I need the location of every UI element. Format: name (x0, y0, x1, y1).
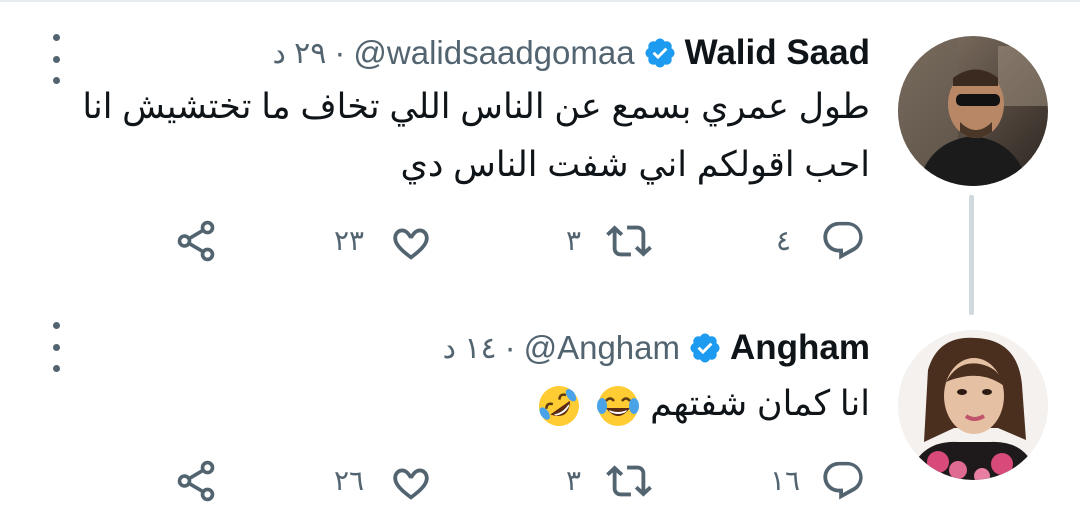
handle[interactable]: @walidsaadgomaa (353, 34, 634, 72)
reply-button[interactable] (820, 456, 866, 506)
top-divider (0, 0, 1080, 2)
share-icon (177, 460, 215, 502)
display-name[interactable]: Walid Saad (685, 33, 870, 73)
reply-count: ٤ (776, 225, 792, 256)
like-count: ٢٣ (334, 225, 365, 256)
separator-dot: · (334, 34, 346, 71)
face-with-tears-of-joy-icon (597, 385, 640, 426)
tweet-text: طول عمري بسمع عن الناس اللي تخاف ما تختش… (82, 78, 870, 194)
retweet-button[interactable] (606, 456, 652, 506)
reply-button[interactable] (820, 216, 866, 266)
timestamp[interactable]: ١٤ د (443, 331, 497, 366)
retweet-icon (606, 225, 652, 257)
tweet-text: انا كمان شفتهم (531, 375, 870, 433)
tweet-actions: ٤ ٣ ٢٣ (0, 216, 1080, 266)
reply-icon (823, 221, 863, 260)
retweet-count: ٣ (566, 225, 582, 256)
tweet-text-line: احب اقولكم اني شفت الناس دي (400, 145, 870, 184)
like-count: ٢٦ (334, 465, 365, 496)
like-button[interactable] (388, 216, 434, 266)
more-options-button[interactable] (49, 322, 63, 372)
rolling-on-the-floor-laughing-icon (538, 385, 579, 426)
verified-badge-icon (645, 38, 675, 68)
tweet-header: Angham @Angham · ١٤ د (443, 322, 870, 374)
avatar-photo-walid (898, 36, 1048, 186)
like-icon (393, 228, 429, 260)
separator-dot: · (504, 329, 516, 366)
tweet-actions: ١٦ ٣ ٢٦ (0, 456, 1080, 506)
share-button[interactable] (173, 456, 219, 506)
reply-icon (823, 461, 863, 500)
timestamp[interactable]: ٢٩ د (272, 36, 326, 71)
like-icon (393, 468, 429, 500)
retweet-icon (606, 465, 652, 497)
like-button[interactable] (388, 456, 434, 506)
more-vertical-icon (52, 322, 60, 329)
reply-count: ١٦ (770, 465, 801, 496)
handle[interactable]: @Angham (524, 329, 680, 367)
tweet-text-line: انا كمان شفتهم (650, 384, 870, 423)
tweet-header: Walid Saad @walidsaadgomaa · ٢٩ د (272, 27, 870, 79)
retweet-button[interactable] (606, 216, 652, 266)
more-options-button[interactable] (49, 34, 63, 84)
avatar[interactable] (898, 36, 1048, 186)
more-vertical-icon (52, 34, 60, 41)
tweet-text-line: طول عمري بسمع عن الناس اللي تخاف ما تختش… (82, 87, 870, 126)
retweet-count: ٣ (566, 465, 582, 496)
share-icon (177, 220, 215, 262)
share-button[interactable] (173, 216, 219, 266)
display-name[interactable]: Angham (730, 328, 870, 368)
verified-badge-icon (690, 333, 720, 363)
